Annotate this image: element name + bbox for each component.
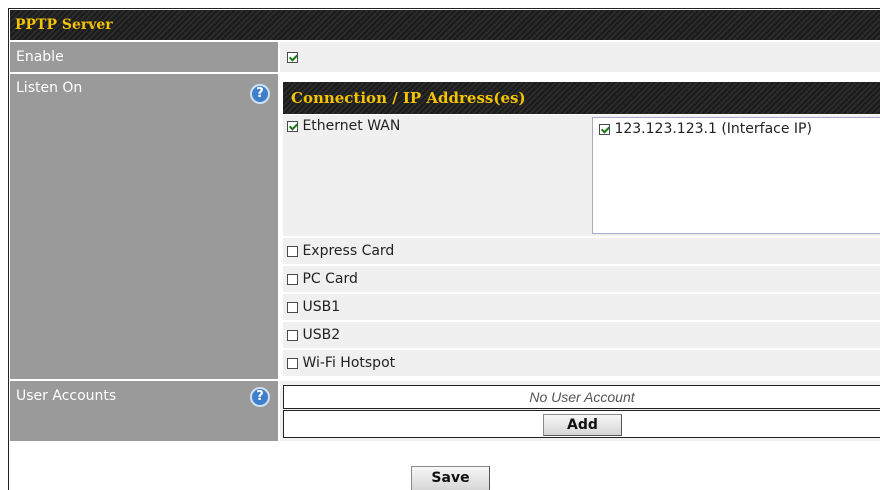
no-user-account-text: No User Account <box>529 389 635 405</box>
connection-row-pc-card: PC Card <box>283 266 880 292</box>
connection-row-usb2: USB2 <box>283 322 880 348</box>
connection-row-express-card: Express Card <box>283 238 880 264</box>
ethernet-wan-checkbox[interactable] <box>287 120 298 132</box>
enable-label: Enable <box>16 49 64 65</box>
express-card-checkbox[interactable] <box>287 245 298 257</box>
enable-checkbox[interactable] <box>287 51 298 63</box>
connection-table-header: Connection / IP Address(es) <box>283 82 880 114</box>
interface-ip-checkbox[interactable] <box>599 123 610 135</box>
interface-ip-label: 123.123.123.1 (Interface IP) <box>614 121 812 137</box>
question-circle-icon[interactable]: ? <box>250 387 270 407</box>
usb1-checkbox[interactable] <box>287 301 298 313</box>
usb2-checkbox[interactable] <box>287 329 298 341</box>
user-accounts-label-cell: User Accounts ? <box>10 381 278 441</box>
question-circle-icon[interactable]: ? <box>250 84 270 104</box>
enable-label-cell: Enable <box>10 42 278 72</box>
usb1-label: USB1 <box>302 299 341 315</box>
pc-card-label: PC Card <box>302 271 358 287</box>
listen-on-label: Listen On <box>16 80 83 96</box>
wi-fi-hotspot-label: Wi-Fi Hotspot <box>302 355 396 371</box>
pc-card-checkbox[interactable] <box>287 273 298 285</box>
connection-header-text: Connection / IP Address(es) <box>291 89 526 107</box>
wi-fi-hotspot-checkbox[interactable] <box>287 357 298 369</box>
section-title: PPTP Server <box>15 17 113 33</box>
usb2-label: USB2 <box>302 327 341 343</box>
connection-row-usb1: USB1 <box>283 294 880 320</box>
enable-value-cell <box>280 42 880 72</box>
ethernet-wan-ip-cell: 123.123.123.1 (Interface IP) <box>590 115 880 236</box>
connection-row-wi-fi-hotspot: Wi-Fi Hotspot <box>283 350 880 376</box>
add-user-button[interactable]: Add <box>543 414 622 436</box>
ip-address-list: 123.123.123.1 (Interface IP) <box>592 117 880 234</box>
listen-on-label-cell: Listen On ? <box>10 74 278 379</box>
ethernet-wan-label: Ethernet WAN <box>302 118 401 134</box>
express-card-label: Express Card <box>302 243 395 259</box>
user-accounts-label: User Accounts <box>16 388 117 404</box>
section-header: PPTP Server <box>10 10 880 40</box>
user-account-list: No User Account <box>283 385 880 409</box>
save-button[interactable]: Save <box>411 466 490 490</box>
connection-row-ethernet-wan: Ethernet WAN <box>283 115 590 236</box>
